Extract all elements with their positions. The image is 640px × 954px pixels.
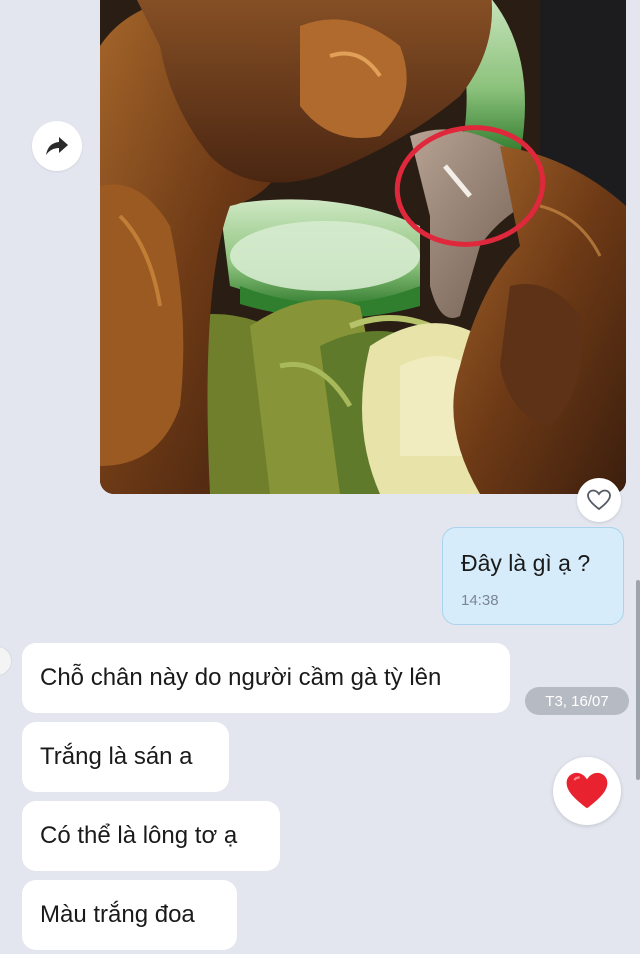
react-heart-button[interactable] — [577, 478, 621, 522]
chicken-photo-image — [100, 0, 626, 494]
share-button[interactable] — [32, 121, 82, 171]
received-message-text: Màu trắng đoa — [40, 901, 195, 928]
message-timestamp: 14:38 — [461, 592, 499, 609]
received-message-bubble[interactable]: Màu trắng đoa — [22, 880, 237, 950]
share-arrow-icon — [46, 137, 68, 155]
received-message-bubble[interactable]: Chỗ chân này do người cầm gà tỳ lên — [22, 643, 510, 713]
received-message-bubble[interactable]: Có thể là lông tơ ạ — [22, 801, 280, 871]
date-chip: T3, 16/07 — [525, 687, 629, 715]
heart-reaction-button[interactable] — [553, 757, 621, 825]
shared-photo[interactable] — [100, 0, 626, 494]
sent-message-text: Đây là gì ạ ? — [461, 550, 591, 576]
scrollbar[interactable] — [636, 580, 640, 780]
heart-outline-icon — [587, 489, 611, 511]
red-heart-icon — [566, 772, 608, 809]
chat-conversation: Đây là gì ạ ? 14:38 Chỗ chân này do ngườ… — [0, 0, 640, 954]
sent-message-bubble[interactable]: Đây là gì ạ ? 14:38 — [442, 527, 624, 625]
received-message-text: Trắng là sán a — [40, 743, 193, 770]
received-message-text: Có thể là lông tơ ạ — [40, 822, 238, 849]
received-message-bubble[interactable]: Trắng là sán a — [22, 722, 229, 792]
received-message-text: Chỗ chân này do người cầm gà tỳ lên — [40, 664, 442, 691]
avatar[interactable] — [0, 646, 12, 676]
